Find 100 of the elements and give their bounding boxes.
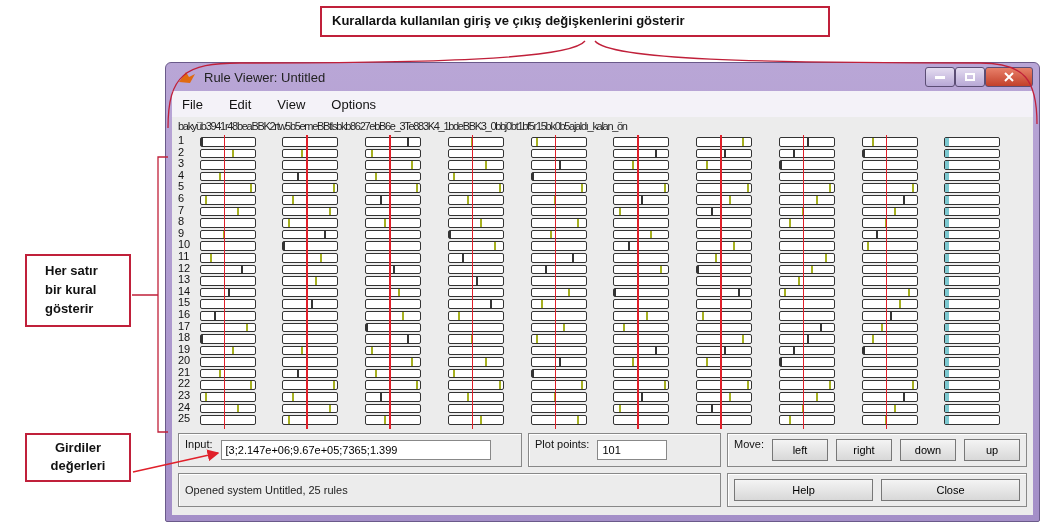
rule-number: 24	[178, 401, 192, 414]
plot-points-field[interactable]: 101	[597, 440, 668, 460]
rule-number: 19	[178, 343, 192, 356]
membership-plot	[199, 137, 256, 147]
menu-item[interactable]: View	[277, 96, 306, 112]
membership-plot	[530, 415, 587, 425]
membership-plot	[447, 160, 504, 170]
membership-plot	[199, 287, 256, 298]
membership-plot	[365, 322, 422, 333]
membership-plot	[365, 403, 422, 414]
membership-plot	[282, 287, 339, 298]
input-value-line[interactable]	[471, 135, 474, 429]
membership-plot	[365, 183, 422, 193]
membership-plot	[944, 287, 1001, 298]
membership-plot	[861, 299, 918, 309]
membership-plot	[365, 310, 422, 321]
menu-item[interactable]: Edit	[228, 96, 252, 112]
maximize-icon	[965, 73, 975, 81]
input-value-line[interactable]	[306, 135, 308, 429]
membership-plot	[696, 334, 753, 344]
membership-plot	[944, 392, 1001, 402]
membership-plot	[861, 392, 918, 402]
membership-plot	[696, 357, 753, 367]
membership-plot	[199, 392, 256, 402]
membership-plot	[778, 160, 835, 170]
input-field[interactable]: [3;2.147e+06;9.67e+05;7365;1.399	[220, 440, 491, 460]
move-button[interactable]: right	[836, 439, 892, 461]
rule-number: 20	[178, 355, 192, 367]
membership-plot	[365, 218, 422, 228]
membership-plot	[613, 345, 670, 356]
membership-plot	[861, 241, 918, 251]
dialog-button[interactable]: Close	[881, 479, 1020, 501]
minimize-button[interactable]	[925, 67, 955, 87]
status-text: Opened system Untitled, 25 rules	[185, 484, 348, 496]
input-label: Input:	[185, 437, 213, 450]
membership-plot	[944, 229, 1001, 240]
membership-plot	[696, 380, 753, 391]
close-button[interactable]	[985, 67, 1033, 87]
menu-item[interactable]: Options	[331, 96, 377, 112]
membership-plot	[199, 334, 256, 344]
membership-plot	[282, 137, 339, 147]
membership-plot	[861, 322, 918, 333]
membership-plot	[861, 252, 918, 263]
input-value-line[interactable]	[637, 135, 639, 429]
membership-plot	[365, 206, 422, 217]
membership-plot	[696, 137, 753, 147]
menu-item[interactable]: File	[182, 96, 203, 112]
dialog-button[interactable]: Help	[734, 479, 873, 501]
rule-number: 16	[178, 308, 192, 321]
move-button[interactable]: left	[771, 439, 828, 461]
membership-plot	[944, 252, 1001, 263]
membership-plot	[282, 264, 339, 275]
membership-plot	[778, 276, 835, 286]
membership-plot	[199, 380, 256, 391]
membership-plot	[944, 345, 1001, 356]
input-value-line[interactable]	[885, 135, 888, 429]
input-value-line[interactable]	[802, 135, 805, 429]
move-button[interactable]: up	[964, 439, 1021, 461]
membership-plot	[282, 194, 339, 205]
input-value-line[interactable]	[389, 135, 391, 429]
membership-plot	[778, 368, 835, 379]
membership-plot	[613, 310, 670, 321]
membership-plot	[613, 160, 670, 170]
input-value-line[interactable]	[223, 135, 226, 429]
input-value-line[interactable]	[720, 135, 722, 429]
membership-plot	[365, 415, 422, 425]
membership-plot	[199, 368, 256, 379]
maximize-button[interactable]	[955, 67, 985, 87]
membership-plot	[696, 183, 753, 193]
membership-plot	[447, 287, 504, 298]
membership-plot	[613, 334, 670, 344]
membership-plot	[944, 264, 1001, 275]
rule-number: 3	[178, 158, 186, 170]
membership-plot	[530, 252, 587, 263]
membership-plot	[282, 322, 339, 333]
membership-plot	[696, 148, 753, 159]
membership-plot	[944, 218, 1001, 228]
input-value-line[interactable]	[554, 135, 557, 429]
membership-plot	[613, 380, 670, 391]
membership-plot	[447, 206, 504, 217]
membership-plot	[199, 264, 256, 275]
membership-plot	[944, 299, 1001, 309]
membership-plot	[861, 334, 918, 344]
move-button[interactable]: down	[900, 439, 956, 461]
membership-plot	[613, 357, 670, 367]
membership-plot	[778, 287, 835, 298]
membership-plot	[944, 380, 1001, 391]
rule-number: 22	[178, 378, 192, 391]
membership-plot	[778, 380, 835, 391]
membership-plot	[282, 415, 339, 425]
membership-plot	[613, 322, 670, 333]
membership-plot	[613, 368, 670, 379]
rule-number: 9	[178, 227, 186, 240]
membership-plot	[447, 357, 504, 367]
membership-plot	[944, 160, 1001, 170]
callout-box: Kurallarda kullanılan giriş ve çıkış değişkenlerini gösterir	[320, 6, 830, 37]
rule-number: 5	[178, 181, 186, 193]
membership-plot	[447, 264, 504, 275]
membership-plot	[696, 415, 753, 425]
membership-plot	[199, 403, 256, 414]
